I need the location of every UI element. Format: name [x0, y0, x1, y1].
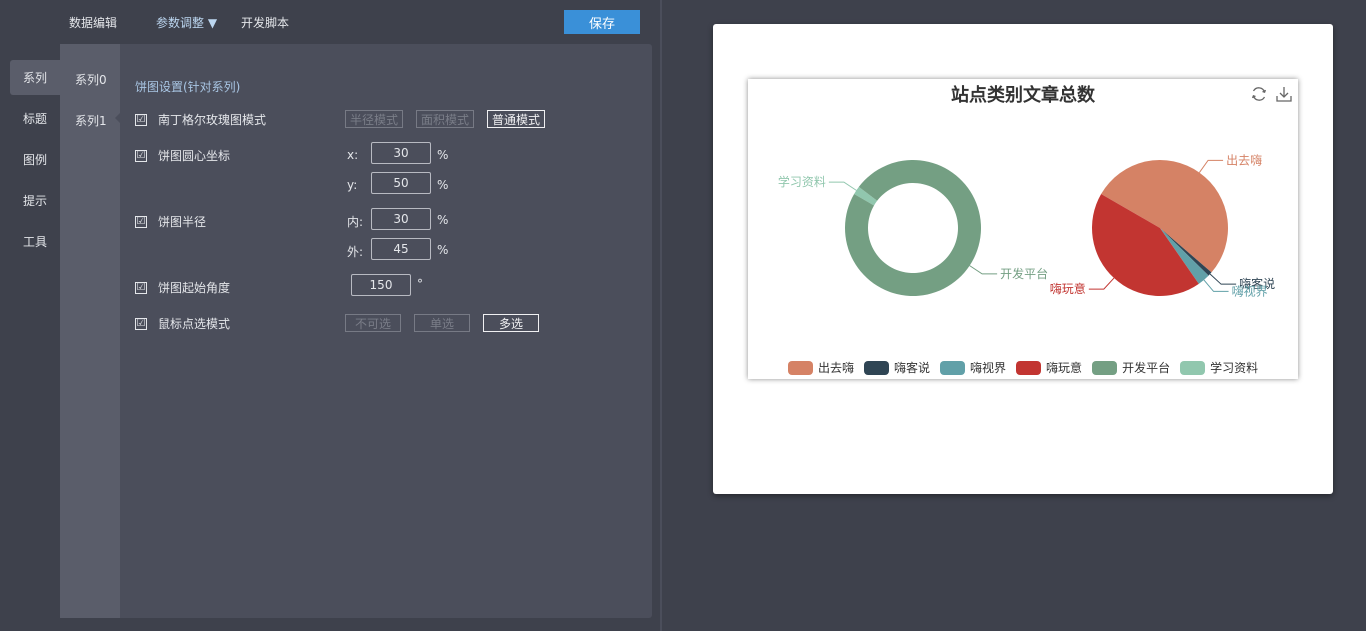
start-angle-unit: ° — [417, 277, 423, 291]
start-angle-checkbox[interactable]: ☑ — [135, 281, 147, 294]
center-y-input[interactable] — [371, 172, 431, 194]
legend-label: 嗨视界 — [970, 361, 1007, 375]
legend-swatch — [940, 360, 966, 375]
center-x-input[interactable] — [371, 142, 431, 164]
legend-item[interactable]: 嗨客说 — [864, 359, 930, 376]
category-tabs: 系列 标题 图例 提示 工具 — [0, 60, 60, 265]
chart-container: 站点类别文章总数 学习资料 开发平台 出去嗨 嗨客说 嗨视界 嗨玩意 出去嗨 嗨客说 嗨视界嗨… — [748, 79, 1298, 379]
legend-item[interactable]: 出去嗨 — [788, 359, 854, 376]
pane-divider[interactable] — [660, 0, 662, 631]
center-y-label: y: — [347, 178, 358, 192]
chart-legend: 出去嗨 嗨客说 嗨视界 嗨玩意 开发平台 学习资料 — [788, 359, 1268, 376]
settings-panel: 系列0 系列1 饼图设置(针对系列) ☑ 南丁格尔玫瑰图模式 半径模式 面积模式… — [60, 44, 652, 618]
center-label: 饼图圆心坐标 — [158, 149, 231, 163]
start-angle-input[interactable] — [351, 274, 411, 296]
radius-outer-unit: % — [437, 243, 449, 257]
multi-select-button[interactable]: 多选 — [483, 314, 539, 332]
legend-label: 开发平台 — [1122, 361, 1171, 375]
legend-label: 嗨玩意 — [1046, 361, 1083, 375]
subtab-series0[interactable]: 系列0 — [75, 71, 107, 88]
center-x-unit: % — [437, 148, 449, 162]
center-checkbox[interactable]: ☑ — [135, 149, 147, 162]
normal-mode-button[interactable]: 普通模式 — [487, 110, 545, 128]
pie-slice[interactable] — [845, 160, 981, 297]
label-line — [828, 181, 857, 191]
tab-series[interactable]: 系列 — [10, 60, 60, 95]
radius-checkbox[interactable]: ☑ — [135, 215, 147, 228]
single-select-button[interactable]: 单选 — [414, 314, 470, 332]
radius-inner-input[interactable] — [371, 208, 431, 230]
nav-dev-script[interactable]: 开发脚本 — [241, 14, 289, 31]
legend-swatch — [788, 360, 813, 375]
slice-label: 开发平台 — [1000, 266, 1048, 281]
legend-swatch — [1016, 360, 1042, 375]
legend-item[interactable]: 嗨玩意 — [1016, 359, 1082, 376]
select-mode-row: ☑ 鼠标点选模式 — [135, 315, 230, 332]
legend-item[interactable]: 开发平台 — [1092, 359, 1170, 376]
legend-item[interactable]: 学习资料 — [1180, 359, 1258, 376]
slice-label: 嗨视界 — [1232, 283, 1268, 298]
tab-legend[interactable]: 图例 — [0, 142, 60, 177]
legend-swatch — [1180, 360, 1206, 375]
rose-mode-label: 南丁格尔玫瑰图模式 — [158, 113, 267, 127]
active-subtab-marker — [115, 113, 120, 123]
tab-tooltip[interactable]: 提示 — [0, 183, 60, 218]
rose-mode-row: ☑ 南丁格尔玫瑰图模式 — [135, 111, 266, 128]
radius-outer-input[interactable] — [371, 238, 431, 260]
legend-swatch — [1092, 360, 1118, 375]
center-y-unit: % — [437, 178, 449, 192]
slice-label: 嗨玩意 — [1050, 281, 1086, 296]
label-line — [1209, 273, 1237, 285]
legend-item[interactable]: 嗨视界 — [940, 359, 1006, 376]
legend-label: 出去嗨 — [818, 361, 855, 375]
section-title: 饼图设置(针对系列) — [135, 80, 241, 94]
top-nav: 数据编辑 参数调整 ▼ 开发脚本 保存 — [0, 0, 660, 44]
center-x-label: x: — [347, 148, 359, 162]
radius-outer-label: 外: — [347, 245, 364, 259]
select-mode-checkbox[interactable]: ☑ — [135, 317, 147, 330]
legend-label: 学习资料 — [1210, 361, 1259, 375]
rose-mode-checkbox[interactable]: ☑ — [135, 113, 147, 126]
series-subnav: 系列0 系列1 — [60, 44, 120, 618]
radius-mode-button[interactable]: 半径模式 — [345, 110, 403, 128]
area-mode-button[interactable]: 面积模式 — [416, 110, 474, 128]
tab-title[interactable]: 标题 — [0, 101, 60, 136]
center-row: ☑ 饼图圆心坐标 — [135, 147, 230, 164]
legend-label: 嗨客说 — [894, 361, 931, 375]
nav-params[interactable]: 参数调整 ▼ — [156, 14, 217, 31]
start-angle-row: ☑ 饼图起始角度 — [135, 279, 230, 296]
legend-swatch — [864, 360, 890, 375]
select-mode-label: 鼠标点选模式 — [158, 317, 231, 331]
radius-row: ☑ 饼图半径 — [135, 213, 206, 230]
start-angle-label: 饼图起始角度 — [158, 281, 231, 295]
save-button[interactable]: 保存 — [564, 10, 640, 34]
radius-inner-label: 内: — [347, 215, 364, 229]
label-line — [1088, 277, 1115, 290]
tab-toolbox[interactable]: 工具 — [0, 224, 60, 259]
unselectable-button[interactable]: 不可选 — [345, 314, 401, 332]
label-line — [1198, 159, 1224, 173]
slice-label: 出去嗨 — [1226, 153, 1262, 167]
slice-label: 学习资料 — [778, 174, 826, 189]
subtab-series1[interactable]: 系列1 — [75, 112, 107, 129]
label-line — [969, 265, 998, 275]
nav-data-edit[interactable]: 数据编辑 — [69, 14, 117, 31]
pie-chart-plot: 学习资料开发平台出去嗨嗨客说嗨视界嗨玩意 — [778, 153, 1275, 298]
radius-label: 饼图半径 — [158, 215, 207, 229]
label-line — [1203, 279, 1229, 292]
radius-inner-unit: % — [437, 213, 449, 227]
